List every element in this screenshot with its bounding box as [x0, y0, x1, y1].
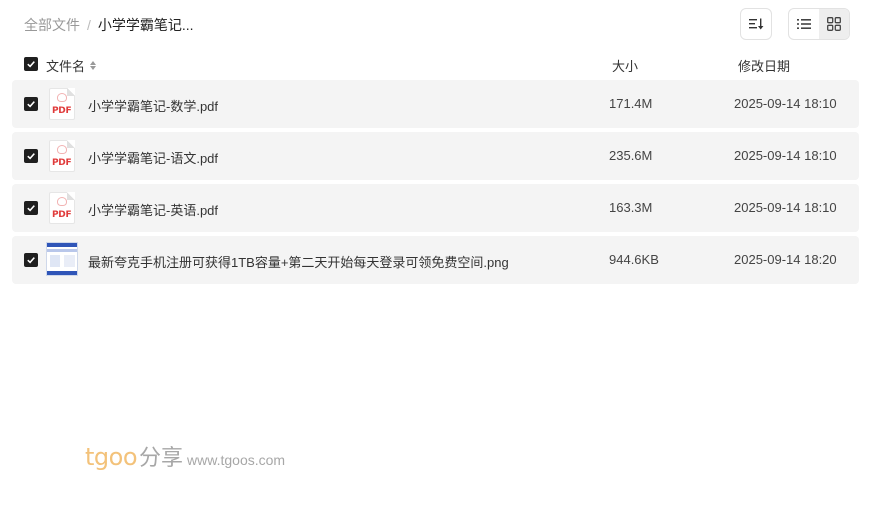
pdf-file-icon: PDF: [46, 88, 78, 120]
file-row[interactable]: PDF 小学学霸笔记-英语.pdf 163.3M 2025-09-14 18:1…: [12, 184, 859, 232]
check-icon: [27, 257, 35, 264]
file-size: 171.4M: [609, 96, 653, 111]
file-size: 944.6KB: [609, 252, 659, 267]
file-size: 163.3M: [609, 200, 653, 215]
list-view-icon: [797, 19, 811, 29]
view-mode-toggle: [788, 8, 850, 40]
file-modified-date: 2025-09-14 18:10: [734, 200, 837, 215]
column-header-name[interactable]: 文件名: [46, 56, 97, 75]
file-name[interactable]: 小学学霸笔记-语文.pdf: [88, 148, 218, 167]
file-name[interactable]: 小学学霸笔记-数学.pdf: [88, 96, 218, 115]
image-thumbnail: [46, 242, 78, 276]
row-checkbox[interactable]: [24, 201, 38, 215]
watermark-url: www.tgoos.com: [187, 452, 286, 468]
top-bar: 全部文件 / 小学学霸笔记...: [0, 0, 874, 48]
watermark-brand: tgoo: [85, 443, 138, 471]
grid-view-icon: [827, 17, 841, 31]
check-icon: [27, 205, 35, 212]
sort-caret-icon: [90, 61, 97, 70]
check-icon: [27, 101, 35, 108]
file-name[interactable]: 最新夸克手机注册可获得1TB容量+第二天开始每天登录可领免费空间.png: [88, 252, 509, 271]
pdf-icon-label: PDF: [52, 210, 72, 220]
file-list-header: 文件名 大小 修改日期: [0, 52, 874, 76]
file-modified-date: 2025-09-14 18:10: [734, 148, 837, 163]
pdf-icon-label: PDF: [52, 106, 72, 116]
grid-view-button[interactable]: [819, 9, 849, 39]
breadcrumb-root[interactable]: 全部文件: [24, 15, 80, 35]
select-all-checkbox[interactable]: [24, 57, 38, 71]
pdf-icon-label: PDF: [52, 158, 72, 168]
file-modified-date: 2025-09-14 18:10: [734, 96, 837, 111]
pdf-file-icon: PDF: [46, 192, 78, 224]
check-icon: [27, 153, 35, 160]
row-checkbox[interactable]: [24, 149, 38, 163]
breadcrumb-current: 小学学霸笔记...: [97, 17, 194, 33]
row-checkbox[interactable]: [24, 97, 38, 111]
breadcrumb: 全部文件 / 小学学霸笔记...: [24, 15, 194, 35]
check-icon: [27, 61, 35, 68]
file-name[interactable]: 小学学霸笔记-英语.pdf: [88, 200, 218, 219]
column-header-name-label: 文件名: [46, 59, 86, 74]
file-size: 235.6M: [609, 148, 653, 163]
column-header-size[interactable]: 大小: [612, 56, 638, 75]
breadcrumb-separator: /: [87, 17, 91, 33]
file-row[interactable]: 最新夸克手机注册可获得1TB容量+第二天开始每天登录可领免费空间.png 944…: [12, 236, 859, 284]
file-row[interactable]: PDF 小学学霸笔记-数学.pdf 171.4M 2025-09-14 18:1…: [12, 80, 859, 128]
row-checkbox[interactable]: [24, 253, 38, 267]
list-view-button[interactable]: [789, 9, 819, 39]
watermark: tgoo 分享 www.tgoos.com: [85, 440, 285, 472]
pdf-file-icon: PDF: [46, 140, 78, 172]
column-header-modified[interactable]: 修改日期: [738, 56, 790, 75]
file-modified-date: 2025-09-14 18:20: [734, 252, 837, 267]
sort-icon: [749, 18, 764, 30]
sort-button[interactable]: [740, 8, 772, 40]
file-row[interactable]: PDF 小学学霸笔记-语文.pdf 235.6M 2025-09-14 18:1…: [12, 132, 859, 180]
watermark-share: 分享: [139, 445, 184, 470]
